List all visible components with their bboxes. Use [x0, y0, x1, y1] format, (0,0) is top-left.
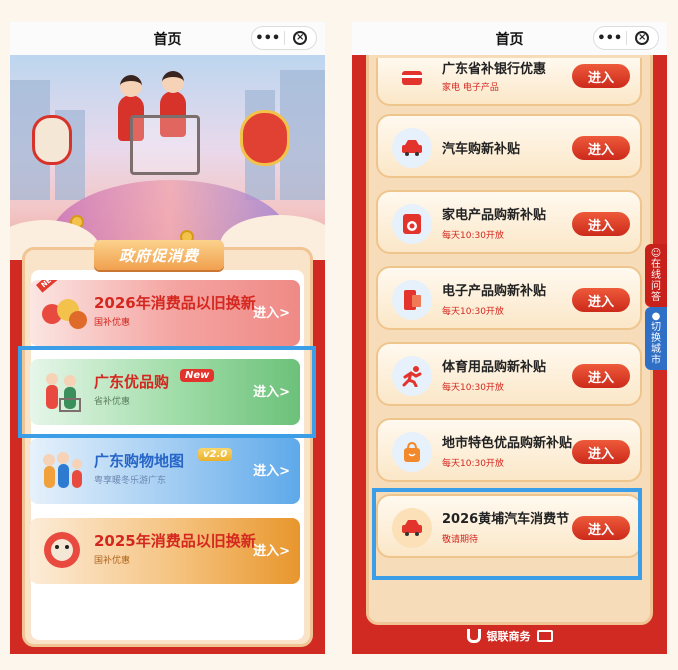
enter-button[interactable]: 进入 — [572, 136, 630, 160]
banner-2026-trade-in[interactable]: NEW 2026年消费品以旧换新 国补优惠 进入> — [30, 280, 300, 346]
section-ribbon: 政府促消费 — [94, 240, 224, 270]
enter-button[interactable]: 进入 — [572, 288, 630, 312]
new-badge: New — [180, 369, 215, 382]
banner-subtitle: 国补优惠 — [94, 556, 131, 566]
item-title: 汽车购新补贴 — [442, 142, 521, 157]
close-icon: × — [635, 31, 650, 45]
enter-link[interactable]: 进入> — [253, 381, 290, 400]
item-subtitle: 每天10:30开放 — [442, 459, 504, 469]
list-item-car-subsidy[interactable]: 汽车购新补贴 进入 — [376, 114, 642, 178]
item-title: 家电产品购新补贴 — [442, 208, 547, 223]
mascot-group-icon — [38, 288, 88, 338]
switch-city-tab[interactable]: ● 切换城市 — [645, 307, 667, 370]
mini-program-capsule: ••• × — [593, 26, 659, 50]
item-title: 广东省补银行优惠 — [442, 62, 547, 77]
item-subtitle: 敬请期待 — [442, 535, 479, 545]
version-badge: v2.0 — [198, 448, 233, 461]
banner-shopping-map[interactable]: 广东购物地图 粤享暖冬乐游广东 v2.0 进入> — [30, 438, 300, 504]
item-subtitle: 每天10:30开放 — [442, 383, 504, 393]
nav-bar: 首页 ••• × — [352, 22, 667, 55]
family-icon — [38, 446, 88, 496]
item-title: 电子产品购新补贴 — [442, 284, 547, 299]
enter-button[interactable]: 进入 — [572, 440, 630, 464]
right-phone-screen: 首页 ••• × 广东省补银行优惠 家电 电子产品 进入 汽车购新补贴 进入 家… — [352, 22, 667, 654]
close-button[interactable]: × — [284, 31, 316, 45]
car-icon — [392, 508, 432, 548]
banner-guangdong-youpin[interactable]: 广东优品购 省补优惠 New 进入> — [30, 359, 300, 425]
location-pin-icon: ● — [651, 311, 661, 322]
enter-link[interactable]: 进入> — [253, 460, 290, 479]
mini-program-capsule: ••• × — [251, 26, 317, 50]
nav-bar: 首页 ••• × — [10, 22, 325, 55]
page-title: 首页 — [495, 31, 524, 48]
left-phone-screen: 首页 ••• × 政府促消费 NEW 2026年消费品以旧换新 国补优惠 进入>… — [10, 22, 325, 654]
enter-link[interactable]: 进入> — [253, 540, 290, 559]
enter-button[interactable]: 进入 — [572, 212, 630, 236]
banner-subtitle: 国补优惠 — [94, 318, 131, 328]
close-button[interactable]: × — [626, 31, 658, 45]
banner-title: 2025年消费品以旧换新 — [94, 532, 256, 550]
chat-icon: ☺ — [650, 248, 662, 259]
banner-2025-trade-in[interactable]: 2025年消费品以旧换新 国补优惠 进入> — [30, 518, 300, 584]
banner-title: 广东优品购 — [94, 373, 170, 391]
banner-title: 2026年消费品以旧换新 — [94, 294, 256, 312]
ox-mascot-icon — [32, 115, 72, 165]
item-title: 2026黄埔汽车消费节 — [442, 512, 570, 527]
phone-icon — [392, 280, 432, 320]
lion-dance-icon — [38, 526, 88, 576]
enter-link[interactable]: 进入> — [253, 302, 290, 321]
banner-subtitle: 省补优惠 — [94, 397, 131, 407]
bag-icon — [392, 432, 432, 472]
washer-icon — [392, 204, 432, 244]
item-subtitle: 家电 电子产品 — [442, 83, 499, 93]
list-item-bank-discount[interactable]: 广东省补银行优惠 家电 电子产品 进入 — [376, 58, 642, 106]
more-button[interactable]: ••• — [252, 31, 284, 46]
card-icon — [392, 58, 432, 98]
shoppers-icon — [38, 367, 88, 417]
list-item-huangpu-car-festival[interactable]: 2026黄埔汽车消费节 敬请期待 进入 — [376, 494, 642, 558]
hero-banner[interactable] — [10, 55, 325, 260]
close-icon: × — [293, 31, 308, 45]
lion-dance-icon — [240, 110, 290, 166]
more-button[interactable]: ••• — [594, 31, 626, 46]
unionpay-logo-icon — [466, 628, 481, 643]
list-item-sports-subsidy[interactable]: 体育用品购新补贴 每天10:30开放 进入 — [376, 342, 642, 406]
side-tab-label: 切换城市 — [651, 322, 661, 366]
car-icon — [392, 128, 432, 168]
enter-button[interactable]: 进入 — [572, 516, 630, 540]
list-item-electronics-subsidy[interactable]: 电子产品购新补贴 每天10:30开放 进入 — [376, 266, 642, 330]
list-item-local-specialty-subsidy[interactable]: 地市特色优品购新补贴 每天10:30开放 进入 — [376, 418, 642, 482]
item-title: 体育用品购新补贴 — [442, 360, 547, 375]
section-title: 政府促消费 — [118, 246, 199, 265]
banner-title: 广东购物地图 — [94, 452, 185, 470]
shopping-cart-icon — [130, 115, 200, 175]
item-subtitle: 每天10:30开放 — [442, 307, 504, 317]
quickpass-logo-icon — [536, 629, 553, 642]
footer-text: 银联商务 — [486, 629, 531, 643]
enter-button[interactable]: 进入 — [572, 364, 630, 388]
enter-button[interactable]: 进入 — [572, 64, 630, 88]
page-title: 首页 — [153, 31, 182, 48]
item-subtitle: 每天10:30开放 — [442, 231, 504, 241]
online-qa-tab[interactable]: ☺ 在线问答 — [645, 244, 667, 307]
runner-icon — [392, 356, 432, 396]
side-tab-label: 在线问答 — [651, 259, 661, 303]
banner-subtitle: 粤享暖冬乐游广东 — [94, 476, 167, 486]
item-title: 地市特色优品购新补贴 — [442, 436, 573, 451]
footer-branding: 银联商务 — [352, 617, 667, 654]
list-item-appliance-subsidy[interactable]: 家电产品购新补贴 每天10:30开放 进入 — [376, 190, 642, 254]
